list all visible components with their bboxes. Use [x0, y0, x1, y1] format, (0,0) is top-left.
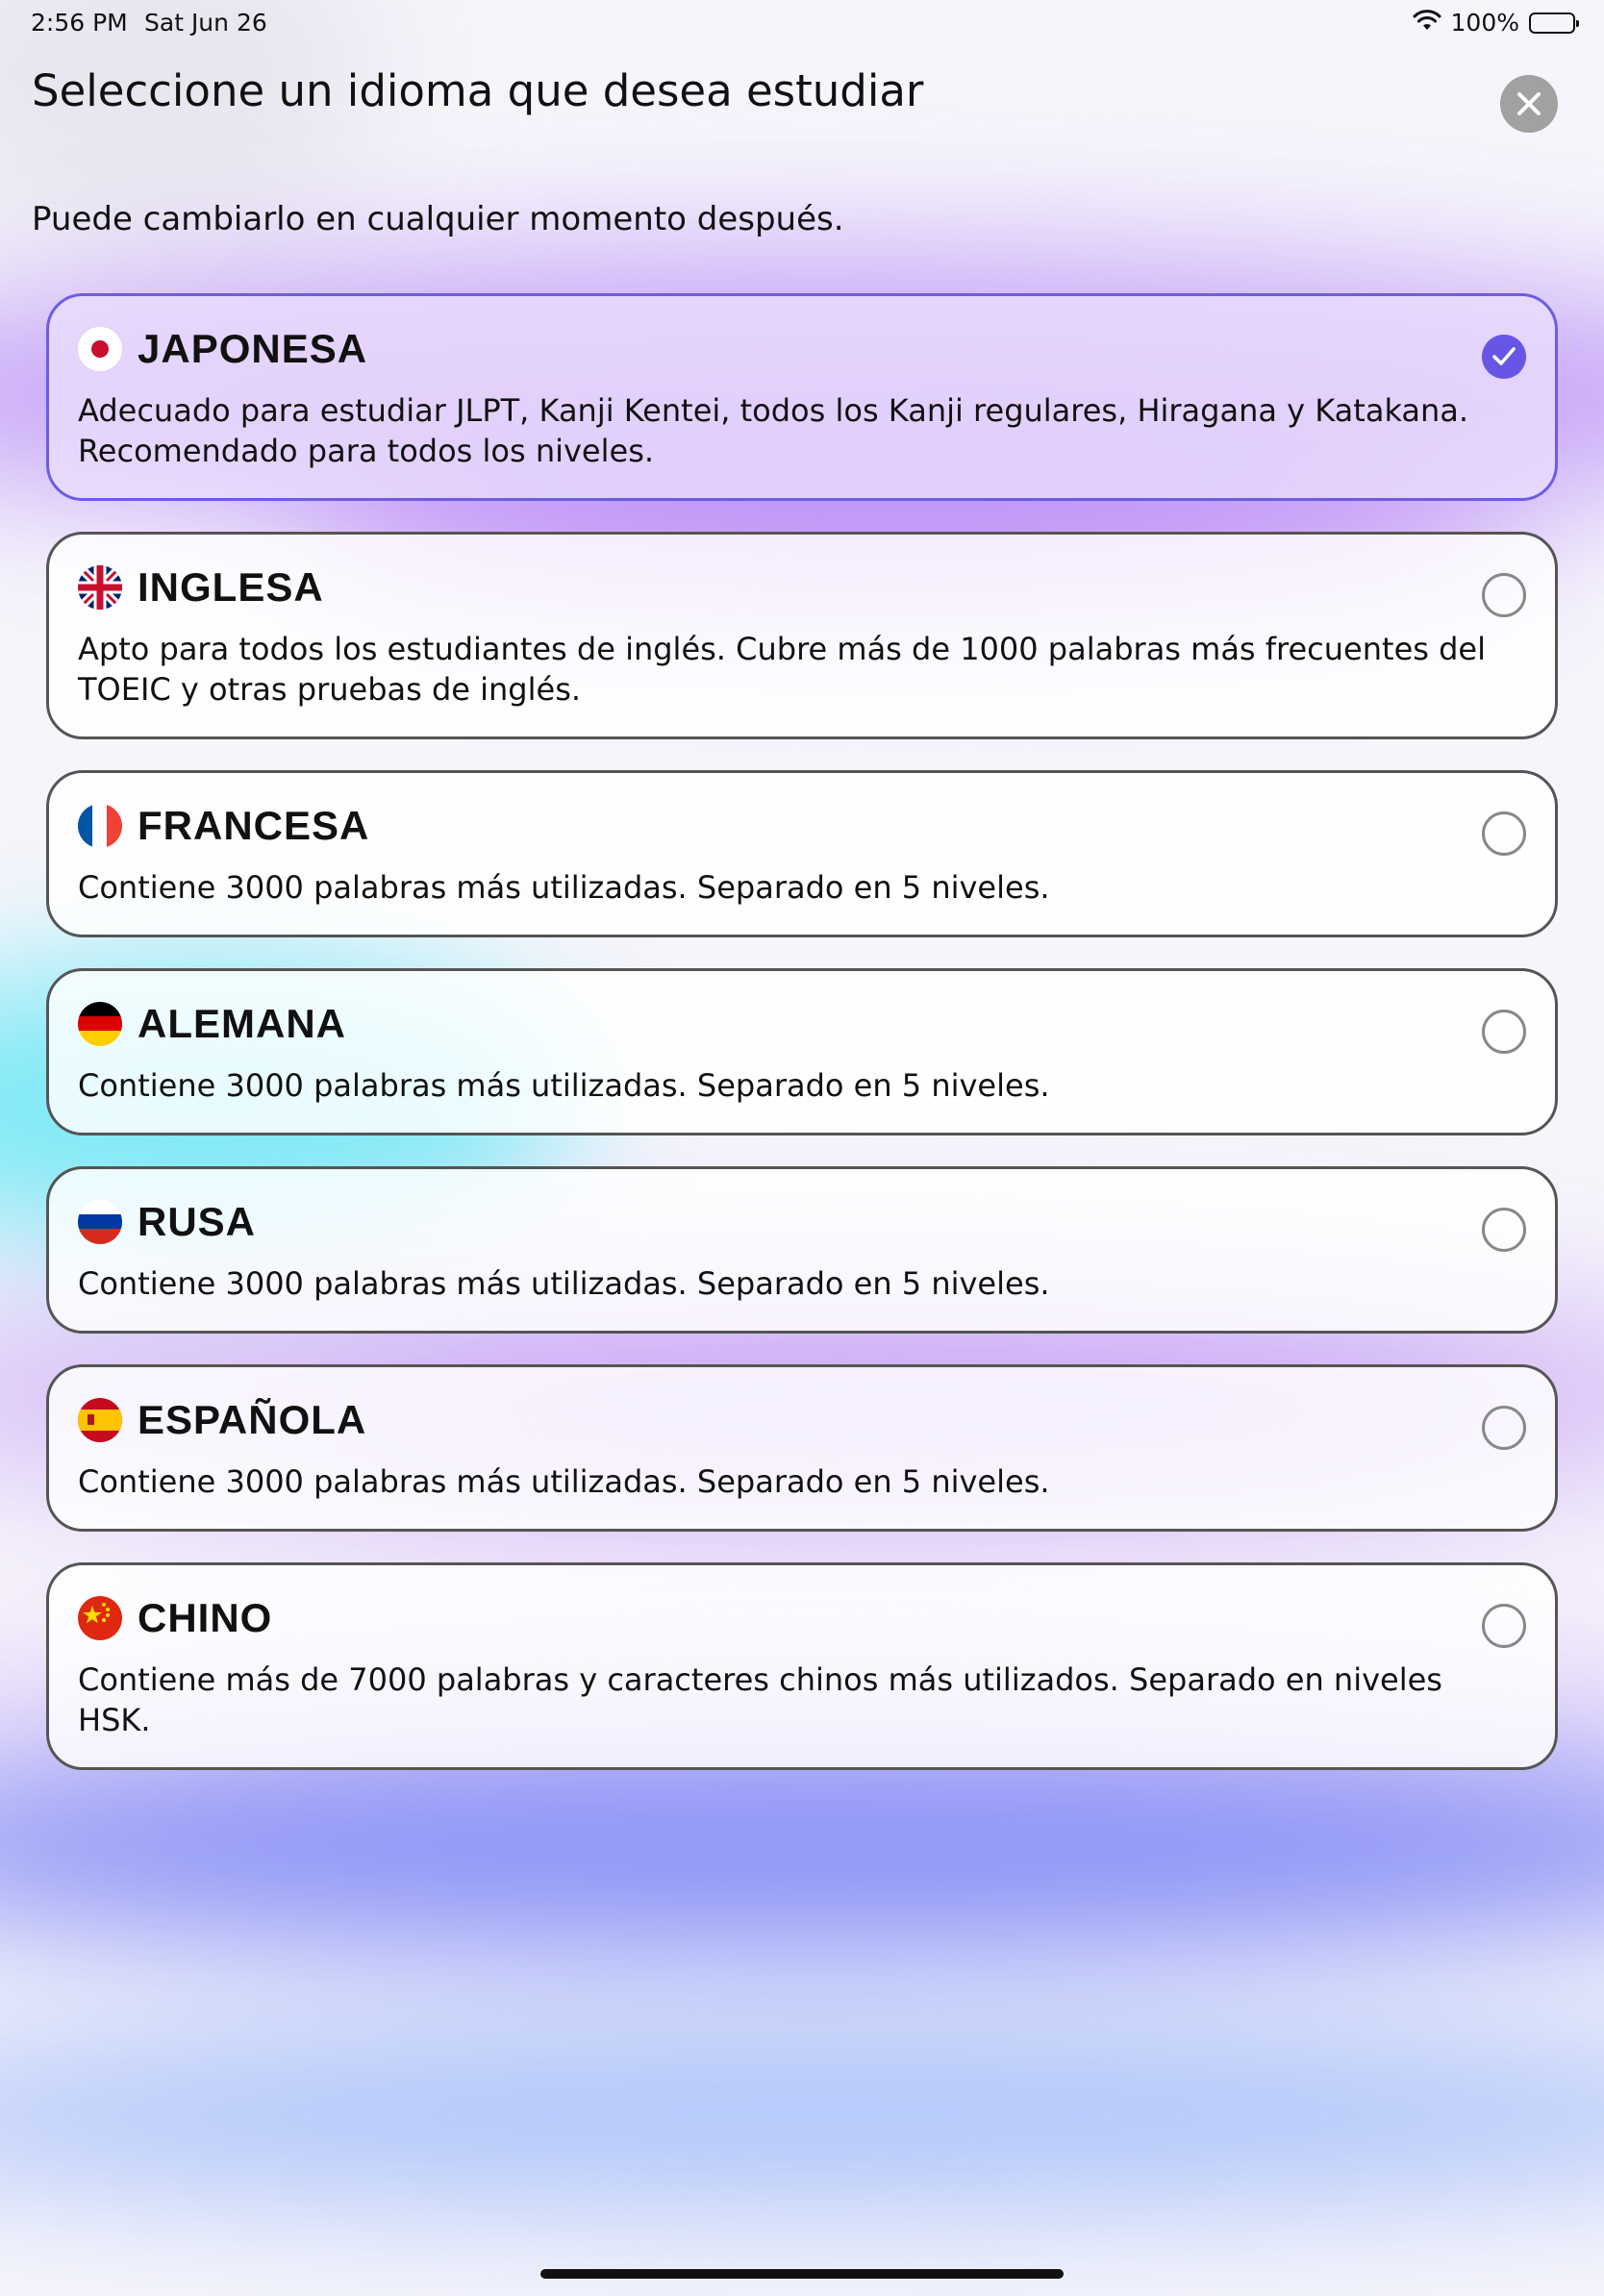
radio-unchecked[interactable] — [1482, 573, 1526, 617]
language-name: JAPONESA — [138, 326, 368, 371]
russia-flag-icon — [78, 1200, 122, 1244]
battery-icon — [1529, 12, 1579, 34]
germany-flag-icon — [78, 1002, 122, 1046]
france-flag-icon — [78, 804, 122, 848]
language-name: CHINO — [138, 1595, 273, 1640]
language-description: Contiene 3000 palabras más utilizadas. S… — [78, 1463, 1050, 1500]
wifi-icon — [1413, 9, 1441, 37]
status-right: 100% — [1413, 9, 1579, 37]
page-subtitle: Puede cambiarlo en cualquier momento des… — [32, 200, 844, 238]
radio-unchecked[interactable] — [1482, 1604, 1526, 1648]
japan-flag-icon — [78, 327, 122, 371]
language-option-francesa[interactable]: FRANCESA Contiene 3000 palabras más util… — [46, 770, 1558, 937]
close-icon — [1517, 92, 1541, 115]
radio-unchecked[interactable] — [1482, 1208, 1526, 1252]
radio-unchecked[interactable] — [1482, 1406, 1526, 1450]
language-option-alemana[interactable]: ALEMANA Contiene 3000 palabras más utili… — [46, 968, 1558, 1136]
checkmark-icon — [1492, 347, 1516, 365]
radio-checked[interactable] — [1482, 335, 1526, 379]
language-option-rusa[interactable]: RUSA Contiene 3000 palabras más utilizad… — [46, 1166, 1558, 1334]
language-description: Contiene 3000 palabras más utilizadas. S… — [78, 869, 1050, 906]
language-option-chino[interactable]: CHINO Contiene más de 7000 palabras y ca… — [46, 1562, 1558, 1770]
home-indicator[interactable] — [540, 2269, 1064, 2279]
language-description: Contiene 3000 palabras más utilizadas. S… — [78, 1067, 1050, 1104]
page-title: Seleccione un idioma que desea estudiar — [32, 65, 924, 116]
spain-flag-icon — [78, 1398, 122, 1442]
language-option-inglesa[interactable]: INGLESA Apto para todos los estudiantes … — [46, 532, 1558, 739]
status-bar: 2:56 PM Sat Jun 26 100% — [0, 0, 1604, 46]
language-list: JAPONESA Adecuado para estudiar JLPT, Ka… — [46, 293, 1558, 1801]
language-name: ALEMANA — [138, 1001, 346, 1046]
status-date: Sat Jun 26 — [144, 9, 267, 37]
china-flag-icon — [78, 1596, 122, 1640]
language-description: Apto para todos los estudiantes de inglé… — [78, 631, 1486, 708]
language-description: Contiene más de 7000 palabras y caracter… — [78, 1661, 1442, 1738]
language-name: INGLESA — [138, 564, 324, 610]
close-button[interactable] — [1500, 75, 1558, 133]
language-description: Adecuado para estudiar JLPT, Kanji Kente… — [78, 392, 1469, 469]
battery-percent: 100% — [1450, 9, 1519, 37]
language-description: Contiene 3000 palabras más utilizadas. S… — [78, 1265, 1050, 1302]
language-name: FRANCESA — [138, 803, 370, 848]
radio-unchecked[interactable] — [1482, 811, 1526, 856]
language-name: RUSA — [138, 1199, 257, 1244]
status-time: 2:56 PM — [31, 9, 128, 37]
uk-flag-icon — [78, 565, 122, 610]
language-option-japonesa[interactable]: JAPONESA Adecuado para estudiar JLPT, Ka… — [46, 293, 1558, 501]
language-option-espanola[interactable]: ESPAÑOLA Contiene 3000 palabras más util… — [46, 1364, 1558, 1532]
language-name: ESPAÑOLA — [138, 1397, 367, 1442]
radio-unchecked[interactable] — [1482, 1010, 1526, 1054]
